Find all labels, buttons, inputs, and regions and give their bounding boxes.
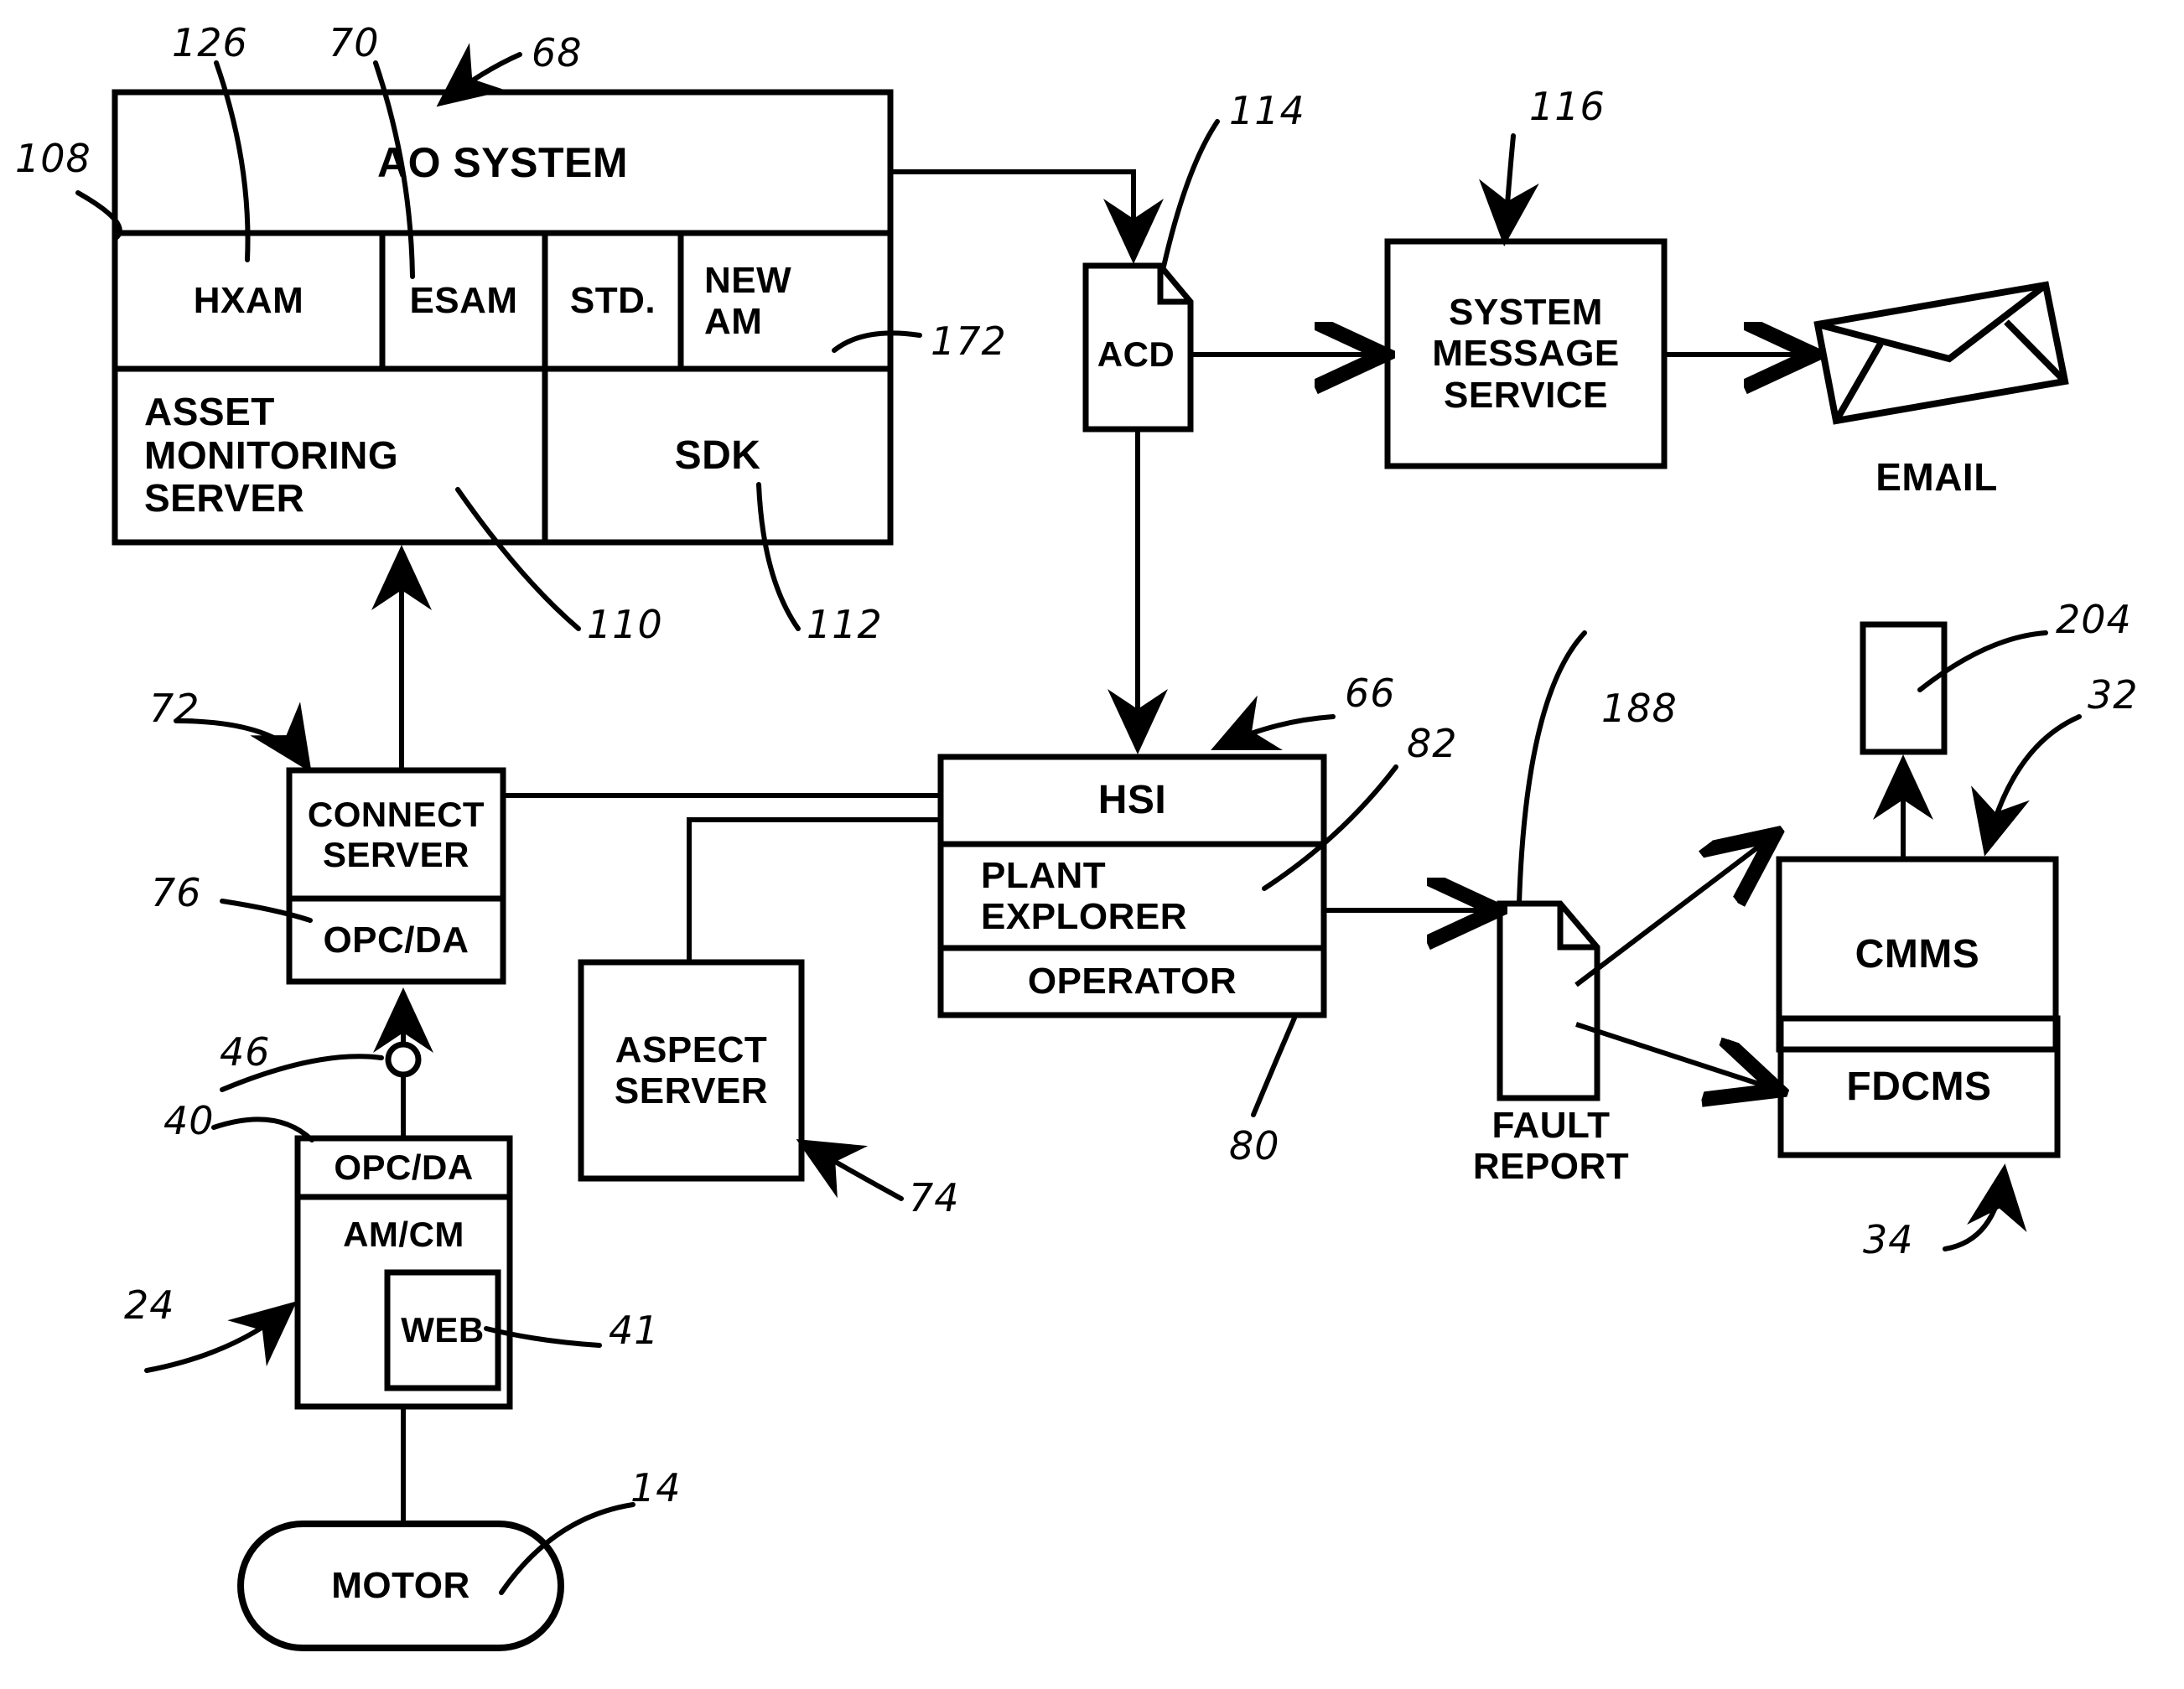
refnum-66: 66 [1345,671,1396,716]
refnum-72: 72 [149,686,200,731]
refnum-188: 188 [1601,686,1678,731]
refnum-68: 68 [532,30,583,75]
refnum-126: 126 [172,20,248,65]
refnum-80: 80 [1229,1123,1280,1168]
reference-leader-lines [75,43,2082,1595]
refnum-114: 114 [1229,88,1305,133]
acd-document-shape [1082,262,1194,433]
connect-server-box [286,767,506,985]
aspect-server-box [578,959,805,1182]
refnum-112: 112 [807,602,883,647]
refnum-82: 82 [1407,721,1458,766]
refnum-70: 70 [329,20,380,65]
refnum-74: 74 [909,1175,960,1220]
refnum-14: 14 [630,1465,682,1510]
refnum-116: 116 [1529,84,1606,129]
refnum-204: 204 [2056,597,2132,642]
junction-node-46 [385,1041,422,1078]
refnum-76: 76 [151,870,202,915]
refnum-41: 41 [609,1308,660,1353]
fdcms-box [1777,1015,2061,1158]
refnum-40: 40 [163,1098,215,1143]
email-envelope-icon [1813,281,2069,425]
system-message-service-box [1384,238,1668,469]
refnum-34: 34 [1863,1217,1914,1262]
patent-diagram-canvas: AO SYSTEM HXAM ESAM STD. NEW AM ASSET MO… [0,0,2184,1689]
refnum-46: 46 [220,1029,271,1075]
device-stack-box [294,1135,513,1410]
fault-report-document-shape [1497,900,1600,1101]
refnum-24: 24 [124,1282,175,1328]
refnum-172: 172 [931,319,1007,364]
ao-system-box [112,89,894,546]
refnum-110: 110 [587,602,663,647]
refnum-108: 108 [15,136,91,181]
diagram-lines [75,43,2082,1651]
motor-box [237,1521,564,1651]
node-204-box [1860,621,1948,755]
refnum-32: 32 [2088,672,2139,718]
